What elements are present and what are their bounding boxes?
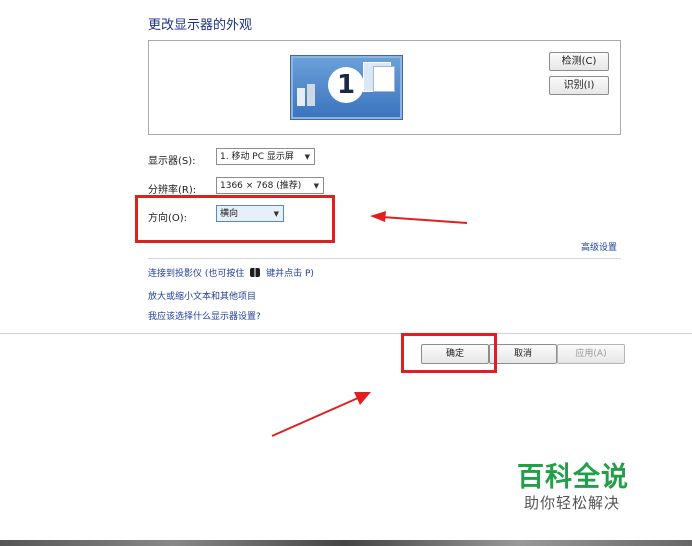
chevron-down-icon: ▼: [304, 153, 310, 161]
text-size-link[interactable]: 放大或缩小文本和其他项目: [148, 289, 256, 302]
watermark-slogan: 助你轻松解决: [524, 494, 621, 512]
resolution-select-value: 1366 × 768 (推荐): [220, 181, 302, 191]
section-divider: [148, 258, 621, 259]
monitor-1-thumbnail[interactable]: 1: [291, 56, 402, 119]
ok-highlight-box: [401, 333, 497, 373]
projector-link[interactable]: 连接到投影仪 (也可按住 键并点击 P): [148, 266, 314, 279]
display-settings-help-link[interactable]: 我应该选择什么显示器设置?: [148, 309, 261, 322]
footer-divider: [0, 333, 692, 334]
orientation-highlight-box: [135, 195, 335, 243]
monitor-number-badge: 1: [328, 67, 364, 103]
desktop-icon: [297, 88, 305, 106]
advanced-settings-link[interactable]: 高级设置: [581, 240, 617, 253]
display-preview-panel: 1 检测(C) 识别(I): [148, 40, 621, 135]
display-select-value: 1. 移动 PC 显示屏: [220, 152, 294, 162]
display-label: 显示器(S):: [148, 156, 196, 167]
chevron-down-icon: ▼: [313, 182, 319, 190]
projector-link-suffix: 键并点击 P): [266, 269, 314, 279]
watermark-logo-text: 百科全说: [517, 462, 629, 493]
windows-logo-icon: [250, 268, 261, 277]
window-icon: [373, 66, 395, 92]
desktop-icon: [307, 84, 315, 106]
apply-button[interactable]: 应用(A): [557, 344, 625, 364]
annotation-arrow-up: [271, 392, 371, 437]
detect-button[interactable]: 检测(C): [549, 52, 609, 71]
annotation-arrow-left: [370, 211, 468, 224]
resolution-label: 分辨率(R):: [148, 185, 197, 196]
page-title: 更改显示器的外观: [148, 18, 253, 33]
resolution-select[interactable]: 1366 × 768 (推荐) ▼: [216, 177, 324, 194]
cancel-button[interactable]: 取消: [489, 344, 557, 364]
bottom-border: [0, 540, 692, 546]
projector-link-text: 连接到投影仪 (也可按住: [148, 269, 245, 279]
identify-button[interactable]: 识别(I): [549, 76, 609, 95]
display-select[interactable]: 1. 移动 PC 显示屏 ▼: [216, 148, 315, 165]
